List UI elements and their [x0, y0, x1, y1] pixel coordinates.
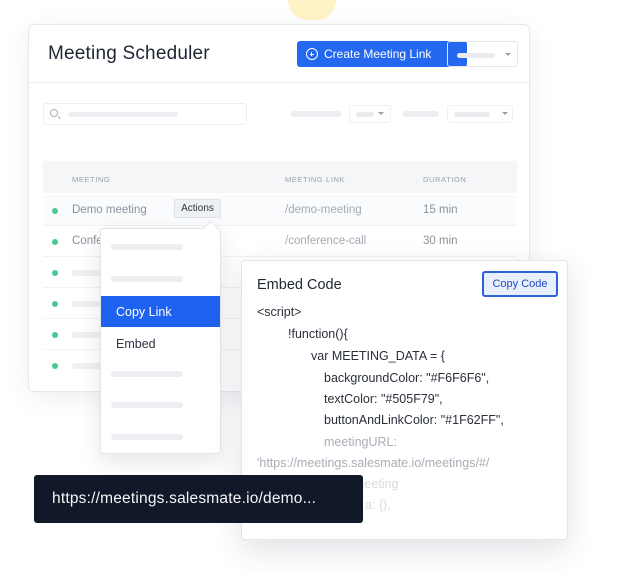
menu-item-placeholder[interactable] [111, 244, 183, 250]
meeting-link[interactable]: /demo-meeting [285, 204, 362, 216]
code-line: meetingURL: [324, 435, 397, 449]
copied-url-tooltip: https://meetings.salesmate.io/demo... [34, 475, 363, 523]
table-row[interactable]: Demo meeting Actions /demo-meeting 15 mi… [43, 195, 517, 226]
dropdown-placeholder [457, 53, 495, 58]
filter-select[interactable] [447, 105, 513, 123]
code-line: textColor: "#505F79", [324, 392, 443, 406]
status-dot [52, 239, 58, 245]
filter-label-placeholder [291, 111, 341, 117]
code-line: a: {}, [365, 498, 391, 512]
search-icon [50, 109, 58, 117]
copy-code-button[interactable]: Copy Code [482, 271, 558, 297]
actions-button[interactable]: Actions [174, 199, 221, 218]
page-title: Meeting Scheduler [48, 43, 210, 64]
create-meeting-link-button[interactable]: Create Meeting Link [297, 41, 467, 67]
meeting-duration: 30 min [423, 235, 458, 247]
plus-circle-icon [306, 48, 318, 60]
code-line: buttonAndLinkColor: "#1F62FF", [324, 413, 504, 427]
menu-item-copy-link[interactable]: Copy Link [101, 296, 220, 327]
card-header: Meeting Scheduler Create Meeting Link [29, 25, 529, 83]
search-input[interactable] [43, 103, 247, 125]
code-line: 'https://meetings.salesmate.io/meetings/… [257, 456, 490, 470]
status-dot [52, 270, 58, 276]
decorative-blob [288, 0, 336, 20]
status-dot [52, 301, 58, 307]
menu-item-placeholder[interactable] [111, 434, 183, 440]
status-dot [52, 208, 58, 214]
menu-item-embed[interactable]: Embed [101, 328, 220, 359]
filter-label-placeholder [403, 111, 439, 117]
meeting-link[interactable]: /conference-call [285, 235, 366, 247]
code-line: !function(){ [288, 327, 348, 341]
embed-panel-title: Embed Code [257, 277, 342, 293]
code-line: <script> [257, 305, 302, 319]
filter-select-placeholder [454, 112, 490, 117]
create-meeting-link-label: Create Meeting Link [324, 47, 432, 61]
chevron-down-icon [378, 112, 384, 115]
status-dot [52, 363, 58, 369]
table-header: MEETING MEETING LINK DURATION [43, 161, 517, 193]
column-header-duration: DURATION [423, 175, 467, 184]
menu-item-placeholder[interactable] [111, 402, 183, 408]
column-header-meeting-link: MEETING LINK [285, 175, 346, 184]
menu-item-placeholder[interactable] [111, 371, 183, 377]
chevron-down-icon [502, 112, 508, 115]
menu-item-placeholder[interactable] [111, 276, 183, 282]
status-dot [52, 332, 58, 338]
chevron-down-icon [505, 53, 511, 56]
actions-dropdown-menu: Copy Link Embed [100, 228, 221, 454]
search-placeholder [68, 112, 178, 117]
meeting-duration: 15 min [423, 204, 458, 216]
code-line: var MEETING_DATA = { [311, 349, 445, 363]
header-dropdown[interactable] [447, 41, 518, 67]
code-line: backgroundColor: "#F6F6F6", [324, 371, 490, 385]
filter-select-placeholder [356, 112, 374, 117]
filter-select[interactable] [349, 105, 391, 123]
meeting-name: Demo meeting [72, 204, 147, 216]
column-header-meeting: MEETING [72, 175, 111, 184]
